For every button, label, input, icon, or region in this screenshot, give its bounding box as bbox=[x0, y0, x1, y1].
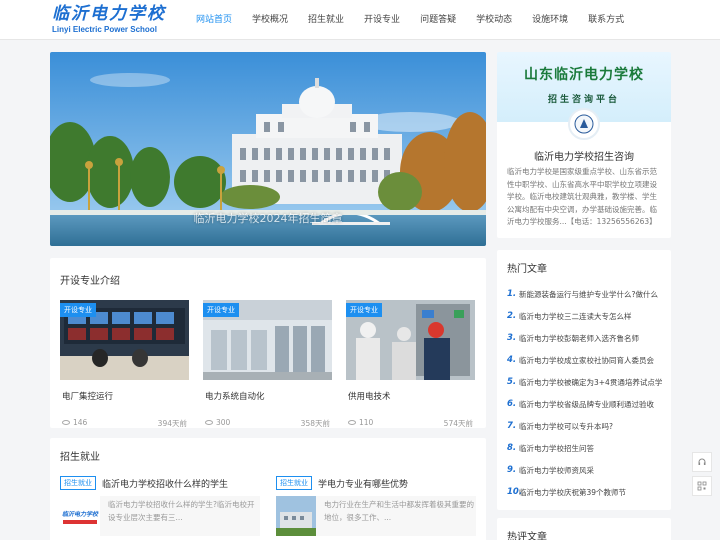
nav-item-admissions[interactable]: 招生就业 bbox=[308, 0, 344, 40]
majors-card: 开设专业介绍 开设专业 电厂集控运行 146 394天前 开设专业 电力系统自动… bbox=[50, 258, 486, 428]
profile-name[interactable]: 临沂电力学校招生咨询 bbox=[497, 148, 671, 163]
jobs-title: 招生就业 bbox=[60, 452, 100, 463]
major-name[interactable]: 供用电技术 bbox=[346, 390, 475, 402]
eye-icon bbox=[62, 420, 70, 425]
major-meta: 146 394天前 bbox=[60, 418, 189, 429]
major-item[interactable]: 开设专业 电厂集控运行 146 394天前 bbox=[60, 300, 189, 429]
job-tag[interactable]: 招生就业 bbox=[276, 476, 312, 490]
job-tag[interactable]: 招生就业 bbox=[60, 476, 96, 490]
job-item[interactable]: 招生就业 学电力专业有哪些优势 电力行业在生产和生活中都发挥着极其重要的地位，很… bbox=[276, 476, 476, 536]
major-name[interactable]: 电力系统自动化 bbox=[203, 390, 332, 402]
comments-card: 热评文章 bbox=[497, 518, 671, 540]
major-image-control-room: 开设专业 bbox=[60, 300, 189, 380]
post-time: 358天前 bbox=[300, 419, 330, 428]
major-name[interactable]: 电厂集控运行 bbox=[60, 390, 189, 402]
jobs-card: 招生就业 招生就业 临沂电力学校招收什么样的学生 临沂电力学校 临沂电力学校招收… bbox=[50, 438, 486, 540]
major-image-workers: 开设专业 bbox=[346, 300, 475, 380]
hot-item[interactable]: 2. 临沂电力学校三二连读大专怎么样 bbox=[507, 305, 663, 327]
view-count: 110 bbox=[348, 418, 373, 429]
major-image-equipment-room: 开设专业 bbox=[203, 300, 332, 380]
view-count: 300 bbox=[205, 418, 230, 429]
logo-chinese: 临沂电力学校 bbox=[52, 4, 166, 24]
hot-list: 1. 新能源装备运行与维护专业学什么?做什么 2. 临沂电力学校三二连读大专怎么样 … bbox=[507, 283, 663, 503]
banner-title: 山东临沂电力学校 bbox=[524, 67, 644, 83]
major-item[interactable]: 开设专业 电力系统自动化 300 358天前 bbox=[203, 300, 332, 429]
hot-item[interactable]: 5. 临沂电力学校被确定为3+4贯通培养试点学 bbox=[507, 371, 663, 393]
qrcode-icon bbox=[697, 481, 707, 491]
nav-item-home[interactable]: 网站首页 bbox=[196, 0, 232, 40]
hot-item[interactable]: 3. 临沂电力学校彭朝老师入选齐鲁名师 bbox=[507, 327, 663, 349]
hot-item[interactable]: 8. 临沂电力学校招生问答 bbox=[507, 437, 663, 459]
view-count: 146 bbox=[62, 418, 87, 429]
nav-item-contact[interactable]: 联系方式 bbox=[588, 0, 624, 40]
nav-item-overview[interactable]: 学校概况 bbox=[252, 0, 288, 40]
post-time: 574天前 bbox=[443, 419, 473, 428]
qrcode-button[interactable] bbox=[692, 476, 712, 496]
profile-card: 山东临沂电力学校 招生咨询平台 临沂电力学校招生咨询 临沂电力学校是国家级重点学… bbox=[497, 52, 671, 238]
nav-item-majors[interactable]: 开设专业 bbox=[364, 0, 400, 40]
hot-item[interactable]: 10. 临沂电力学校庆祝第39个教师节 bbox=[507, 481, 663, 503]
nav-item-faq[interactable]: 问题答疑 bbox=[420, 0, 456, 40]
eye-icon bbox=[205, 420, 213, 425]
nav-item-facilities[interactable]: 设施环境 bbox=[532, 0, 568, 40]
job-thumbnail bbox=[276, 496, 316, 536]
major-item[interactable]: 开设专业 供用电技术 110 574天前 bbox=[346, 300, 475, 429]
hot-title: 热门文章 bbox=[507, 264, 547, 275]
job-title[interactable]: 学电力专业有哪些优势 bbox=[318, 477, 408, 490]
profile-description: 临沂电力学校是国家级重点学校、山东省示范性中职学校、山东省高水平中职学校立项建设… bbox=[507, 167, 657, 226]
job-excerpt: 电力行业在生产和生活中都发挥着极其重要的地位，很多工作、... bbox=[324, 500, 474, 522]
nav-item-news[interactable]: 学校动态 bbox=[476, 0, 512, 40]
hero-slider[interactable]: 临沂电力学校2024年招生简章 bbox=[50, 52, 486, 246]
customer-service-button[interactable] bbox=[692, 452, 712, 472]
banner-subtitle: 招生咨询平台 bbox=[547, 95, 620, 105]
job-item[interactable]: 招生就业 临沂电力学校招收什么样的学生 临沂电力学校 临沂电力学校招收什么样的学… bbox=[60, 476, 260, 536]
school-emblem-icon bbox=[568, 108, 600, 140]
majors-title: 开设专业介绍 bbox=[60, 276, 120, 287]
major-meta: 110 574天前 bbox=[346, 418, 475, 429]
major-tag: 开设专业 bbox=[346, 303, 382, 317]
hot-articles-card: 热门文章 1. 新能源装备运行与维护专业学什么?做什么 2. 临沂电力学校三二连读大… bbox=[497, 250, 671, 510]
hot-item[interactable]: 7. 临沂电力学校可以专升本吗? bbox=[507, 415, 663, 437]
logo-english: Linyi Electric Power School bbox=[52, 25, 157, 34]
hot-item[interactable]: 6. 临沂电力学校省级品牌专业顺利通过验收 bbox=[507, 393, 663, 415]
slider-caption[interactable]: 临沂电力学校2024年招生简章 bbox=[50, 210, 486, 226]
job-excerpt: 临沂电力学校招收什么样的学生?临沂电校开设专业层次主要有三... bbox=[108, 500, 255, 522]
eye-icon bbox=[348, 420, 356, 425]
hot-item[interactable]: 9. 临沂电力学校师资风采 bbox=[507, 459, 663, 481]
job-title[interactable]: 临沂电力学校招收什么样的学生 bbox=[102, 477, 228, 490]
main-nav: 网站首页 学校概况 招生就业 开设专业 问题答疑 学校动态 设施环境 联系方式 bbox=[196, 0, 644, 40]
major-tag: 开设专业 bbox=[203, 303, 239, 317]
hot-item[interactable]: 1. 新能源装备运行与维护专业学什么?做什么 bbox=[507, 283, 663, 305]
job-thumbnail: 临沂电力学校 bbox=[60, 496, 100, 536]
headset-icon bbox=[698, 458, 706, 465]
hot-item[interactable]: 4. 临沂电力学校成立家校社协同育人委员会 bbox=[507, 349, 663, 371]
site-header: 临沂电力学校 Linyi Electric Power School 网站首页 … bbox=[0, 0, 720, 40]
major-meta: 300 358天前 bbox=[203, 418, 332, 429]
post-time: 394天前 bbox=[157, 419, 187, 428]
major-tag: 开设专业 bbox=[60, 303, 96, 317]
comments-title: 热评文章 bbox=[507, 532, 547, 540]
site-logo[interactable]: 临沂电力学校 Linyi Electric Power School bbox=[52, 4, 172, 35]
